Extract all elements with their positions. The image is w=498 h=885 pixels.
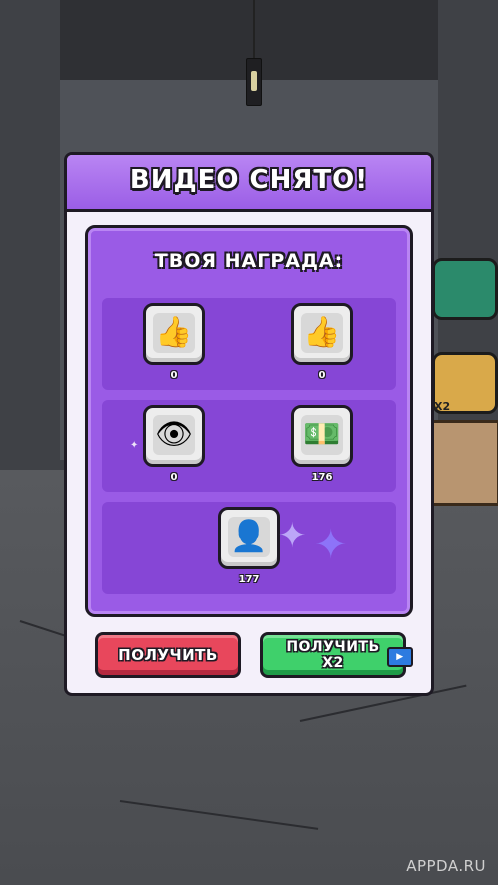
- reward-title: ТВОЯ НАГРАДА:: [154, 250, 344, 272]
- dialog-header: ВИДЕО СНЯТО!: [67, 155, 431, 212]
- thumbs-up-icon: 👍: [155, 315, 193, 350]
- side-x2-label: X2: [434, 400, 451, 413]
- claim-x2-label: ПОЛУЧИТЬ: [286, 639, 380, 655]
- reward-tile: 👍: [143, 303, 205, 365]
- reward-value: 0: [170, 370, 178, 381]
- side-cardboard-box: [430, 420, 498, 506]
- dialog-title: ВИДЕО СНЯТО!: [129, 165, 369, 195]
- reward-tile: 👤: [218, 507, 280, 569]
- reward-value: 177: [238, 574, 260, 585]
- reward-panel: ТВОЯ НАГРАДА: 👍 0 👍 0 👁 0 💵 176 ✦ 👤 177 …: [85, 225, 413, 617]
- side-gear-icon: [432, 258, 498, 320]
- watermark: APPDA.RU: [406, 857, 486, 875]
- reward-row: 👍 0 👍 0: [102, 298, 396, 390]
- coin-like-icon: 👍: [303, 315, 341, 350]
- reward-value: 0: [170, 472, 178, 483]
- reward-item-likes: 👍 0: [142, 303, 206, 381]
- reward-item-views: 👁 0: [142, 405, 206, 483]
- hanging-lamp: [246, 58, 262, 106]
- reward-value: 0: [318, 370, 326, 381]
- reward-item-subscribers: 👤 177: [217, 507, 281, 585]
- reward-tile: 👁: [143, 405, 205, 467]
- claim-x2-button[interactable]: ПОЛУЧИТЬ X2 ▶: [260, 632, 413, 678]
- lamp-wire: [253, 0, 255, 58]
- sparkle-icon: ✦: [314, 522, 348, 568]
- video-ad-icon: ▶: [387, 647, 413, 667]
- money-icon: 💵: [303, 417, 341, 452]
- reward-dialog: ВИДЕО СНЯТО! ТВОЯ НАГРАДА: 👍 0 👍 0 👁 0 💵…: [64, 152, 434, 696]
- eye-icon: 👁: [154, 417, 194, 452]
- claim-button[interactable]: ПОЛУЧИТЬ: [95, 632, 241, 678]
- reward-value: 176: [311, 472, 333, 483]
- left-wall: [0, 0, 60, 520]
- reward-tile: 👍: [291, 303, 353, 365]
- subscriber-icon: 👤: [230, 519, 268, 554]
- sparkle-icon: ✦: [278, 516, 307, 556]
- sparkle-icon: ✦: [130, 440, 139, 451]
- reward-row: 👤 177 ✦ ✦: [102, 502, 396, 594]
- reward-row: 👁 0 💵 176 ✦: [102, 400, 396, 492]
- reward-item-money: 💵 176: [290, 405, 354, 483]
- claim-x2-multiplier: X2: [322, 655, 344, 671]
- reward-tile: 💵: [291, 405, 353, 467]
- reward-item-coin-likes: 👍 0: [290, 303, 354, 381]
